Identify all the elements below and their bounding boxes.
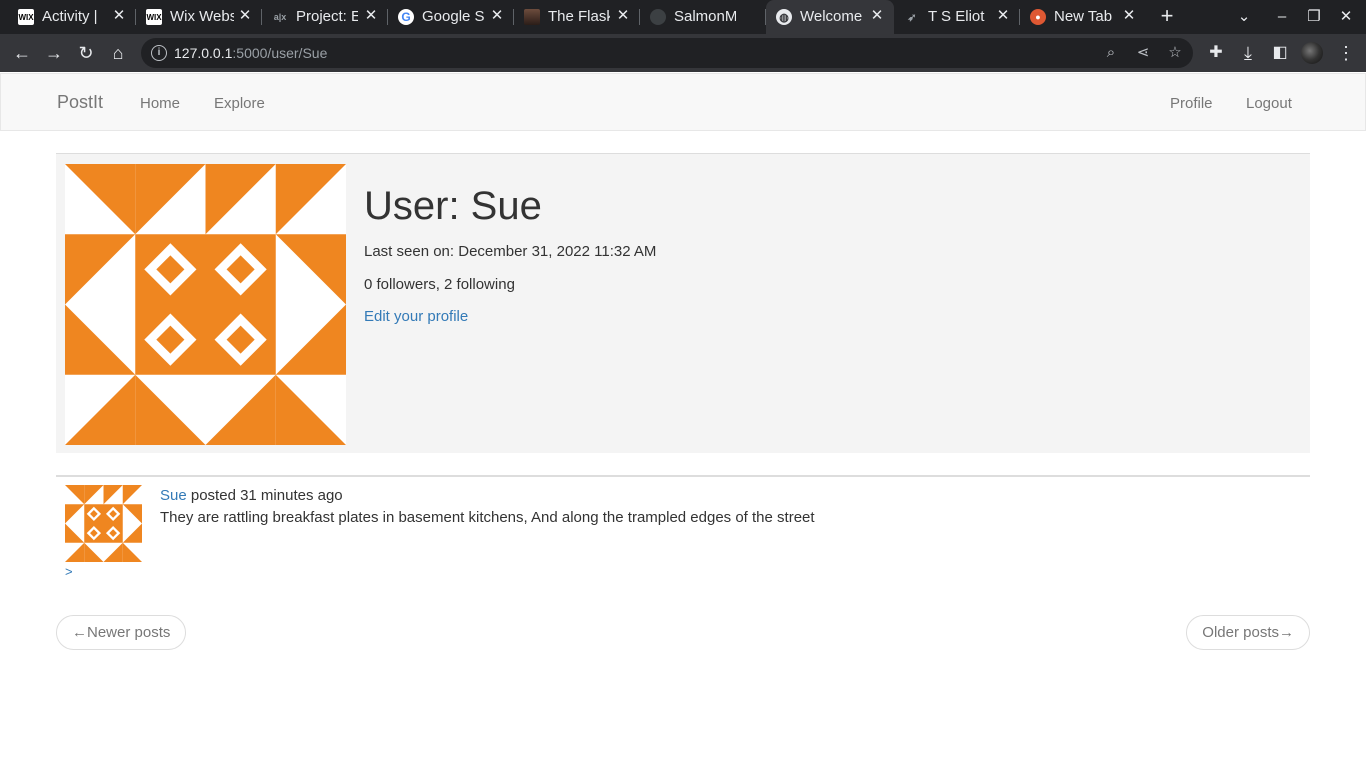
newer-posts-button[interactable]: ←Newer posts bbox=[56, 615, 187, 650]
edit-profile-link[interactable]: Edit your profile bbox=[364, 308, 468, 325]
nav-explore-link[interactable]: Explore bbox=[214, 95, 265, 112]
identicon-pattern bbox=[65, 485, 142, 562]
url-host: 127.0.0.1 bbox=[174, 45, 233, 61]
brand-link[interactable]: PostIt bbox=[57, 92, 103, 113]
new-tab-plus-icon[interactable]: + bbox=[1156, 5, 1178, 28]
bird-favicon-icon: ➶ bbox=[907, 11, 917, 24]
reload-icon[interactable]: ↻ bbox=[74, 41, 98, 65]
close-icon[interactable]: ✕ bbox=[236, 7, 254, 25]
close-icon[interactable]: ✕ bbox=[994, 7, 1012, 25]
post-time-text: posted 31 minutes ago bbox=[186, 487, 343, 504]
wix-favicon-icon: WIX bbox=[146, 9, 162, 25]
address-bar[interactable]: i 127.0.0.1:5000/user/Sue ⌕ ⋖ ☆ bbox=[141, 38, 1193, 68]
close-icon[interactable]: ✕ bbox=[362, 7, 380, 25]
identicon-avatar bbox=[65, 164, 346, 445]
last-seen-text: Last seen on: December 31, 2022 11:32 AM bbox=[364, 243, 657, 260]
forward-arrow-icon[interactable]: → bbox=[42, 41, 66, 65]
close-icon[interactable]: ✕ bbox=[110, 7, 128, 25]
browser-tab[interactable]: SalmonM bbox=[640, 0, 766, 34]
minimize-icon[interactable]: – bbox=[1271, 6, 1293, 28]
browser-toolbar: ← → ↻ ⌂ i 127.0.0.1:5000/user/Sue ⌕ ⋖ ☆ … bbox=[0, 34, 1366, 72]
tab-title: Google S bbox=[422, 8, 484, 25]
tab-title: Welcome bbox=[800, 8, 862, 25]
post-author-link[interactable]: Sue bbox=[160, 487, 187, 504]
site-info-icon[interactable]: i bbox=[151, 45, 167, 61]
globe-favicon-icon: ◍ bbox=[776, 9, 792, 25]
url-path: :5000/user/Sue bbox=[232, 45, 328, 61]
browser-tab[interactable]: a|x Project: E ✕ bbox=[262, 0, 388, 34]
browser-tab[interactable]: ➶ T S Eliot ✕ bbox=[894, 0, 1020, 34]
close-icon[interactable]: ✕ bbox=[868, 7, 886, 25]
close-icon[interactable]: ✕ bbox=[488, 7, 506, 25]
browser-tab[interactable]: WIX Wix Webs ✕ bbox=[136, 0, 262, 34]
identicon-pattern bbox=[65, 164, 346, 445]
duckduckgo-favicon-icon: ● bbox=[1030, 9, 1046, 25]
browser-tab-active[interactable]: ◍ Welcome ✕ bbox=[766, 0, 894, 34]
tab-title: T S Eliot bbox=[928, 8, 985, 25]
close-icon[interactable]: ✕ bbox=[1120, 7, 1138, 25]
page-title: User: Sue bbox=[364, 184, 542, 228]
post-body-text: They are rattling breakfast plates in ba… bbox=[160, 509, 815, 526]
browser-tab[interactable]: ● New Tab ✕ bbox=[1020, 0, 1146, 34]
older-posts-button[interactable]: Older posts→ bbox=[1186, 615, 1310, 650]
tab-title: SalmonM bbox=[674, 8, 736, 25]
browser-tab[interactable]: The Flask ✕ bbox=[514, 0, 640, 34]
extensions-puzzle-icon[interactable]: ✚ bbox=[1204, 41, 1228, 65]
tab-title: Project: E bbox=[296, 8, 358, 25]
photo-favicon-icon bbox=[524, 9, 540, 25]
url-text[interactable]: 127.0.0.1:5000/user/Sue bbox=[174, 45, 327, 61]
post-meta: Sue posted 31 minutes ago bbox=[160, 487, 343, 504]
google-favicon-icon: G bbox=[398, 9, 414, 25]
github-favicon-icon bbox=[650, 9, 666, 25]
project-favicon-icon: a|x bbox=[273, 12, 287, 22]
kebab-menu-icon[interactable]: ⋮ bbox=[1334, 41, 1358, 65]
post-more-link[interactable]: > bbox=[65, 564, 73, 579]
side-panel-icon[interactable]: ◧ bbox=[1268, 41, 1292, 65]
close-icon[interactable]: ✕ bbox=[614, 7, 632, 25]
nav-logout-link[interactable]: Logout bbox=[1246, 95, 1292, 112]
app-navbar: PostIt Home Explore Profile Logout bbox=[0, 73, 1366, 131]
share-icon[interactable]: ⋖ bbox=[1132, 42, 1154, 64]
tab-search-chevron-icon[interactable]: ⌄ bbox=[1233, 6, 1255, 28]
close-window-icon[interactable]: ✕ bbox=[1335, 6, 1357, 28]
follow-stats-text: 0 followers, 2 following bbox=[364, 276, 515, 293]
nav-home-link[interactable]: Home bbox=[140, 95, 180, 112]
tab-title: Wix Webs bbox=[170, 8, 234, 25]
tab-title: Activity | bbox=[42, 8, 98, 25]
nav-profile-link[interactable]: Profile bbox=[1170, 95, 1213, 112]
browser-tab[interactable]: G Google S ✕ bbox=[388, 0, 514, 34]
tab-title: New Tab bbox=[1054, 8, 1113, 25]
profile-header: User: Sue Last seen on: December 31, 202… bbox=[56, 153, 1310, 453]
browser-tab-strip: WIX Activity | ✕ WIX Wix Webs ✕ a|x Proj… bbox=[0, 0, 1366, 34]
profile-avatar-icon[interactable] bbox=[1301, 42, 1323, 64]
home-icon[interactable]: ⌂ bbox=[106, 41, 130, 65]
wix-favicon-icon: WIX bbox=[18, 9, 34, 25]
post-divider bbox=[56, 475, 1310, 477]
back-arrow-icon[interactable]: ← bbox=[10, 41, 34, 65]
browser-tab[interactable]: WIX Activity | ✕ bbox=[8, 0, 136, 34]
download-icon[interactable]: ⤓ bbox=[1236, 41, 1260, 65]
tab-title: The Flask bbox=[548, 8, 610, 25]
bookmark-star-icon[interactable]: ☆ bbox=[1164, 42, 1186, 64]
zoom-icon[interactable]: ⌕ bbox=[1100, 42, 1122, 64]
restore-window-icon[interactable]: ❐ bbox=[1303, 6, 1325, 28]
post-author-avatar bbox=[65, 485, 142, 562]
